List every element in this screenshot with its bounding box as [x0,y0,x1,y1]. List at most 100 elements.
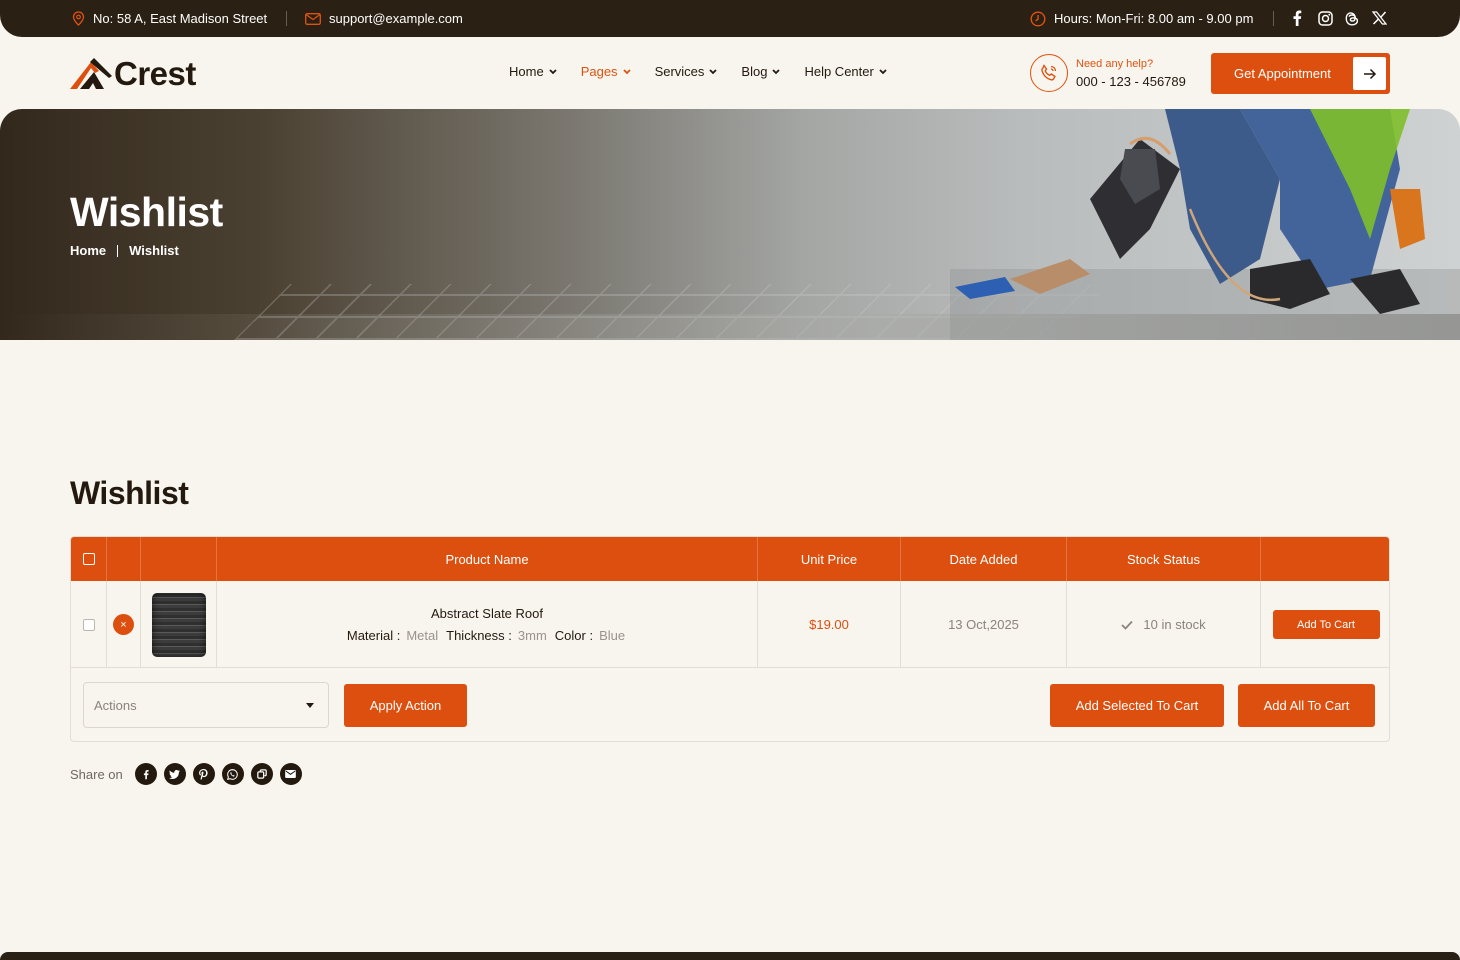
instagram-icon[interactable] [1316,9,1334,27]
whatsapp-icon[interactable] [221,763,244,785]
nav-pages[interactable]: Pages [581,64,631,79]
stock-status-cell: 10 in stock [1067,581,1261,668]
hours-info: Hours: Mon-Fri: 8.00 am - 9.00 pm [1030,0,1253,37]
location-pin-icon [72,11,85,26]
actions-dropdown-value: Actions [94,697,137,713]
table-row: × Abstract Slate Roof Material : Metal T… [71,581,1389,668]
address-info: No: 58 A, East Madison Street [72,0,267,37]
attr-color-key: Color : [554,628,594,643]
help-phone[interactable]: 000 - 123 - 456789 [1076,74,1186,89]
table-header: Product Name Unit Price Date Added Stock… [71,537,1389,581]
clock-icon [1030,10,1046,27]
logo-mark-icon [70,58,112,89]
facebook-icon[interactable] [134,763,157,785]
row-remove-cell: × [107,581,141,668]
get-appointment-label: Get Appointment [1234,66,1331,81]
footer-edge [0,952,1460,960]
share-label: Share on [70,766,123,782]
nav-blog-label: Blog [741,64,768,79]
row-checkbox[interactable] [82,618,95,631]
attr-thickness-key: Thickness : [446,628,512,643]
stock-status-text: 10 in stock [1143,617,1206,632]
nav-blog[interactable]: Blog [741,64,781,79]
main-nav: Home Pages Services Blog Help Center [509,64,911,79]
chevron-down-icon [549,68,557,74]
remove-item-button[interactable]: × [113,614,134,635]
help-contact[interactable]: Need any help? 000 - 123 - 456789 [1030,54,1186,92]
x-icon[interactable] [1370,9,1388,27]
chevron-down-icon [709,68,718,74]
product-attributes: Material : Metal Thickness : 3mm Color :… [347,628,627,643]
roofer-worker-image [950,109,1460,340]
select-all-checkbox[interactable] [82,553,95,565]
apply-action-button[interactable]: Apply Action [344,684,467,727]
thumbnail-column-header [141,537,217,581]
remove-column-header [107,537,141,581]
attr-material-key: Material : [346,628,401,643]
email-icon[interactable] [279,763,302,785]
chevron-down-icon [879,68,887,74]
column-header-stock-status: Stock Status [1067,537,1261,581]
twitter-icon[interactable] [163,763,186,785]
column-header-product-name: Product Name [217,537,758,581]
logo-text: Crest [114,55,196,92]
table-footer-actions: Actions Apply Action Add Selected To Car… [71,668,1389,741]
breadcrumb-separator [117,244,119,257]
breadcrumb: Home Wishlist [70,243,179,258]
product-thumbnail[interactable] [151,592,206,657]
action-column-header [1261,537,1389,581]
top-bar: No: 58 A, East Madison Street support@ex… [0,0,1460,37]
add-all-to-cart-button[interactable]: Add All To Cart [1238,684,1375,727]
copy-link-icon[interactable] [250,763,273,785]
add-to-cart-button[interactable]: Add To Cart [1272,610,1380,639]
close-icon: × [120,618,127,631]
mail-icon [305,12,321,25]
actions-dropdown[interactable]: Actions [83,682,329,728]
help-label: Need any help? [1076,57,1154,70]
row-select-cell [71,581,107,668]
wishlist-table: Product Name Unit Price Date Added Stock… [70,536,1390,742]
nav-help-center[interactable]: Help Center [804,64,887,79]
row-action-cell: Add To Cart [1261,581,1389,668]
phone-icon [1030,54,1068,92]
nav-services-label: Services [654,64,705,79]
date-added: 13 Oct,2025 [901,581,1067,668]
nav-pages-label: Pages [580,64,618,79]
add-selected-to-cart-button[interactable]: Add Selected To Cart [1050,684,1224,727]
email-info[interactable]: support@example.com [305,0,463,37]
wishlist-title: Wishlist [70,475,189,511]
select-all-cell [71,537,107,581]
main-header: Crest Home Pages Services Blog Help Cent… [0,37,1460,109]
pinterest-icon[interactable] [192,763,215,785]
hero-title: Wishlist [70,189,223,235]
threads-icon[interactable] [1343,9,1361,27]
site-logo[interactable]: Crest [70,55,196,93]
arrow-right-icon [1353,57,1386,90]
chevron-down-icon [622,68,631,74]
row-thumbnail-cell [141,581,217,668]
nav-help-center-label: Help Center [804,64,874,79]
page-hero: Wishlist Home Wishlist [0,109,1460,340]
breadcrumb-home[interactable]: Home [70,243,106,258]
facebook-icon[interactable] [1288,9,1306,27]
address-text: No: 58 A, East Madison Street [93,11,268,26]
attr-color-value: Blue [599,628,626,643]
column-header-date-added: Date Added [901,537,1067,581]
product-name-cell: Abstract Slate Roof Material : Metal Thi… [217,581,758,668]
nav-services[interactable]: Services [655,64,718,79]
email-link[interactable]: support@example.com [329,11,463,26]
product-name[interactable]: Abstract Slate Roof [347,606,627,621]
nav-home[interactable]: Home [509,64,557,79]
hours-text: Hours: Mon-Fri: 8.00 am - 9.00 pm [1054,11,1254,26]
caret-down-icon [306,702,314,708]
attr-thickness-value: 3mm [517,628,547,643]
nav-home-label: Home [509,64,544,79]
attr-material-value: Metal [406,628,439,643]
breadcrumb-current: Wishlist [129,243,179,258]
checkmark-icon [1121,620,1134,630]
chevron-down-icon [772,68,781,74]
unit-price: $19.00 [758,581,901,668]
get-appointment-button[interactable]: Get Appointment [1211,53,1390,94]
share-bar: Share on [70,763,305,785]
column-header-unit-price: Unit Price [758,537,901,581]
